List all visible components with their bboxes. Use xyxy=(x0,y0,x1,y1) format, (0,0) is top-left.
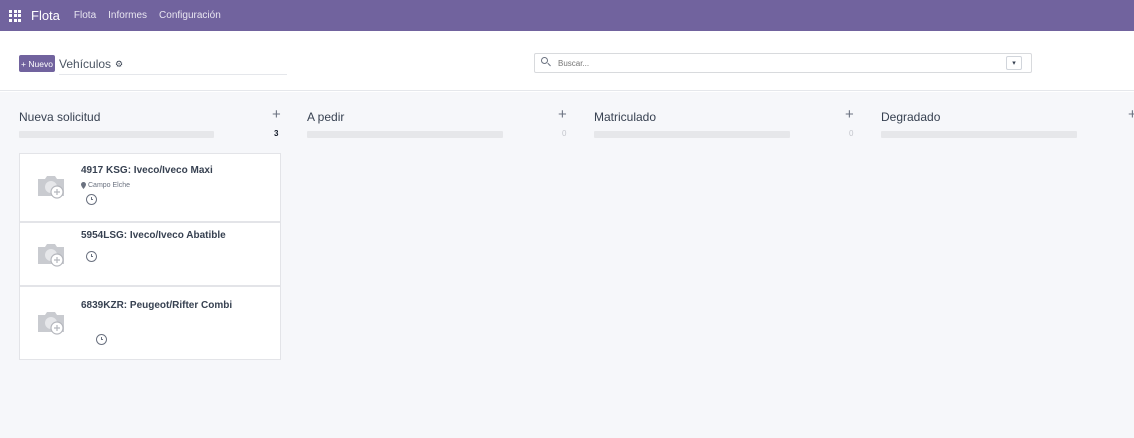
location-text: Campo Elche xyxy=(88,182,131,189)
column-progress-bar[interactable] xyxy=(594,131,790,138)
new-button[interactable]: + Nuevo xyxy=(19,55,55,72)
top-navbar: Flota Flota Informes Configuración xyxy=(0,0,1134,31)
vehicle-card[interactable]: 6839KZR: Peugeot/Rifter Combi xyxy=(19,286,281,360)
column-progress-bar[interactable] xyxy=(19,131,214,138)
kanban-board: Nueva solicitud + 3 A pedir + 0 Matricul… xyxy=(0,92,1134,438)
card-title: 5954LSG: Iveco/Iveco Abatible xyxy=(81,230,226,241)
card-title: 6839KZR: Peugeot/Rifter Combi xyxy=(81,300,233,311)
camera-placeholder-icon xyxy=(38,176,64,199)
vehicle-card[interactable]: 5954LSG: Iveco/Iveco Abatible xyxy=(19,222,281,286)
camera-placeholder-icon xyxy=(38,312,64,335)
breadcrumb-underline xyxy=(59,74,287,75)
menu-item-informes[interactable]: Informes xyxy=(108,10,147,21)
add-to-column-button[interactable]: + xyxy=(845,106,854,123)
column-count: 0 xyxy=(562,129,567,138)
add-to-column-button[interactable]: + xyxy=(558,106,567,123)
apps-menu-icon[interactable] xyxy=(0,0,30,31)
column-title: Degradado xyxy=(881,110,941,124)
camera-placeholder-icon xyxy=(38,244,64,267)
page-title: Vehículos xyxy=(59,57,112,71)
add-to-column-button[interactable]: + xyxy=(272,106,281,123)
column-title: A pedir xyxy=(307,110,345,124)
search-input[interactable] xyxy=(558,58,958,68)
card-location: Campo Elche xyxy=(81,182,130,189)
add-to-column-button[interactable]: + xyxy=(1128,106,1134,123)
column-progress-bar[interactable] xyxy=(881,131,1077,138)
search-options-toggle[interactable]: ▾ xyxy=(1006,56,1022,70)
menu-item-configuracion[interactable]: Configuración xyxy=(159,10,221,21)
control-panel: + Nuevo Vehículos ⚙ ▾ xyxy=(0,31,1134,91)
card-title: 4917 KSG: Iveco/Iveco Maxi xyxy=(81,165,213,176)
column-progress-bar[interactable] xyxy=(307,131,503,138)
search-icon xyxy=(540,55,556,71)
column-count: 0 xyxy=(849,129,854,138)
activity-clock-icon[interactable] xyxy=(86,251,97,262)
menu-item-flota[interactable]: Flota xyxy=(74,10,96,21)
breadcrumb: Vehículos ⚙ xyxy=(59,55,123,73)
caret-down-icon: ▾ xyxy=(1012,60,1016,67)
search-bar: ▾ xyxy=(534,53,1032,73)
column-title: Matriculado xyxy=(594,110,657,124)
location-pin-icon xyxy=(81,182,86,189)
column-title: Nueva solicitud xyxy=(19,110,101,124)
activity-clock-icon[interactable] xyxy=(96,334,107,345)
gear-icon[interactable]: ⚙ xyxy=(115,59,123,70)
app-brand[interactable]: Flota xyxy=(31,8,60,23)
column-count: 3 xyxy=(274,129,279,138)
vehicle-card[interactable]: 4917 KSG: Iveco/Iveco Maxi Campo Elche xyxy=(19,153,281,222)
activity-clock-icon[interactable] xyxy=(86,194,97,205)
